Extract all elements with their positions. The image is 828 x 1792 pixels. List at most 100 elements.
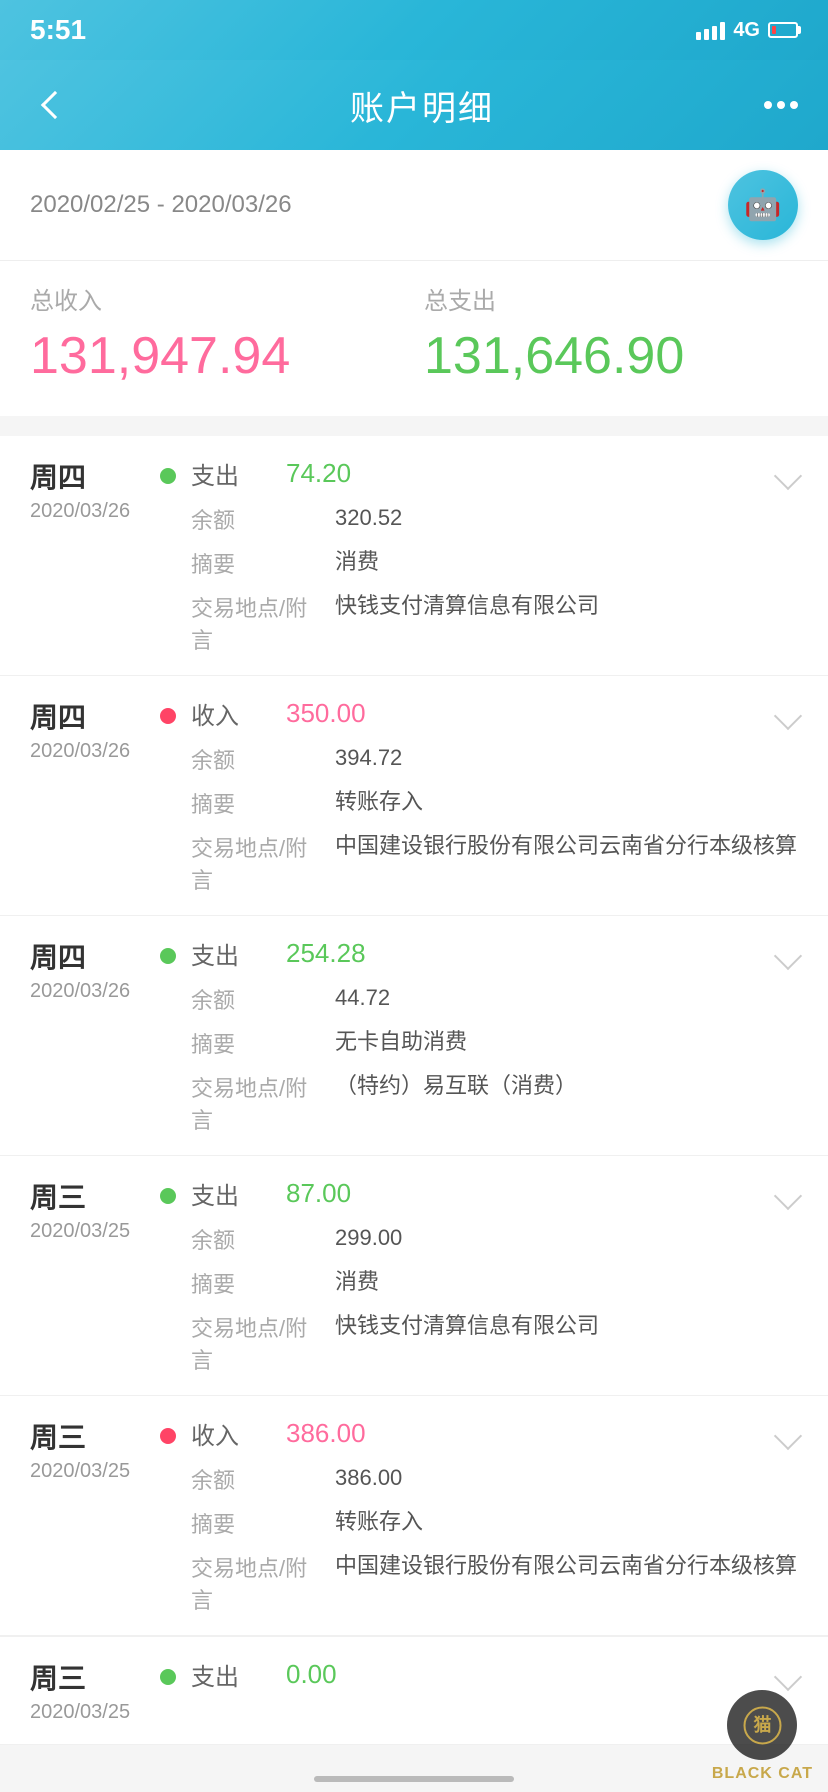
summary-label: 摘要 <box>160 547 320 579</box>
transaction-header-left: 支出 87.00 <box>160 1176 351 1211</box>
summary-value: 转账存入 <box>335 1507 798 1538</box>
black-cat-content: 猫 BLACK CAT <box>712 1690 813 1783</box>
transaction-date-col: 周三 2020/03/25 <box>30 1657 140 1724</box>
summary-row: 摘要 消费 <box>160 1267 798 1299</box>
balance-label: 余额 <box>160 743 320 775</box>
transaction-details: 支出 74.20 余额 320.52 摘要 消费 交易地点/附言 快钱支付清算信… <box>160 456 798 655</box>
summary-row: 摘要 转账存入 <box>160 1507 798 1539</box>
network-label: 4G <box>733 19 760 42</box>
expand-chevron-icon[interactable] <box>774 462 802 490</box>
transaction-dot-icon <box>160 1188 176 1204</box>
transaction-details: 支出 254.28 余额 44.72 摘要 无卡自助消费 交易地点/附言 （特约… <box>160 936 798 1135</box>
transaction-dot-icon <box>160 708 176 724</box>
transaction-item: 周四 2020/03/26 收入 350.00 余额 394.72 摘要 转账存… <box>0 676 828 916</box>
transaction-date: 2020/03/26 <box>30 500 140 523</box>
status-bar: 5:51 4G <box>0 0 828 60</box>
balance-value: 320.52 <box>335 503 798 534</box>
summary-label: 摘要 <box>160 787 320 819</box>
balance-label: 余额 <box>160 503 320 535</box>
transaction-header-left: 支出 254.28 <box>160 936 366 971</box>
robot-icon: 🤖 <box>744 188 781 223</box>
transaction-dot-icon <box>160 1428 176 1444</box>
summary-label: 摘要 <box>160 1267 320 1299</box>
transaction-amount: 350.00 <box>286 698 366 729</box>
expand-chevron-icon[interactable] <box>774 1182 802 1210</box>
expand-chevron-icon[interactable] <box>774 942 802 970</box>
location-label: 交易地点/附言 <box>160 591 320 655</box>
transaction-date: 2020/03/25 <box>30 1701 140 1724</box>
header: 账户明细 <box>0 60 828 150</box>
status-time: 5:51 <box>30 14 86 46</box>
location-row: 交易地点/附言 中国建设银行股份有限公司云南省分行本级核算 <box>160 1551 798 1615</box>
summary-row: 摘要 消费 <box>160 547 798 579</box>
transaction-date: 2020/03/26 <box>30 980 140 1003</box>
transaction-item: 周四 2020/03/26 支出 254.28 余额 44.72 摘要 无卡自助… <box>0 916 828 1156</box>
transaction-amount: 87.00 <box>286 1178 351 1209</box>
back-arrow-icon <box>41 91 69 119</box>
day-name: 周四 <box>30 456 140 496</box>
balance-value: 394.72 <box>335 743 798 774</box>
expense-summary: 总支出 131,646.90 <box>424 281 798 386</box>
signal-bars-icon <box>696 20 725 40</box>
svg-text:猫: 猫 <box>753 1714 771 1735</box>
transactions-list: 周四 2020/03/26 支出 74.20 余额 320.52 摘要 消费 <box>0 436 828 1636</box>
battery-icon <box>768 22 798 38</box>
balance-value: 386.00 <box>335 1463 798 1494</box>
more-button[interactable] <box>764 101 798 109</box>
transaction-header-row: 收入 386.00 <box>160 1416 798 1451</box>
income-summary: 总收入 131,947.94 <box>30 281 404 386</box>
location-row: 交易地点/附言 中国建设银行股份有限公司云南省分行本级核算 <box>160 831 798 895</box>
black-cat-watermark: 猫 BLACK CAT <box>649 1681 828 1792</box>
transaction-date-col: 周三 2020/03/25 <box>30 1176 140 1375</box>
day-name: 周三 <box>30 1657 140 1697</box>
summary-row: 摘要 无卡自助消费 <box>160 1027 798 1059</box>
transaction-details: 支出 87.00 余额 299.00 摘要 消费 交易地点/附言 快钱支付清算信… <box>160 1176 798 1375</box>
location-label: 交易地点/附言 <box>160 831 320 895</box>
expand-chevron-icon[interactable] <box>774 1422 802 1450</box>
balance-value: 44.72 <box>335 983 798 1014</box>
location-value: （特约）易互联（消费） <box>335 1071 798 1102</box>
transaction-date: 2020/03/26 <box>30 740 140 763</box>
robot-button[interactable]: 🤖 <box>728 170 798 240</box>
expand-chevron-icon[interactable] <box>774 702 802 730</box>
summary-value: 消费 <box>335 1267 798 1298</box>
location-value: 快钱支付清算信息有限公司 <box>335 1311 798 1342</box>
location-label: 交易地点/附言 <box>160 1311 320 1375</box>
transaction-dot-green-icon <box>160 1669 176 1685</box>
back-button[interactable] <box>30 80 80 130</box>
transaction-header-left: 支出 74.20 <box>160 456 351 491</box>
balance-value: 299.00 <box>335 1223 798 1254</box>
transaction-date: 2020/03/25 <box>30 1460 140 1483</box>
transaction-date-col: 周四 2020/03/26 <box>30 936 140 1135</box>
transaction-type: 收入 <box>191 696 271 731</box>
transaction-type: 支出 <box>191 1176 271 1211</box>
transaction-dot-icon <box>160 948 176 964</box>
location-value: 快钱支付清算信息有限公司 <box>335 591 798 622</box>
summary-row: 摘要 转账存入 <box>160 787 798 819</box>
day-name: 周三 <box>30 1176 140 1216</box>
black-cat-logo: 猫 <box>727 1690 797 1760</box>
balance-label: 余额 <box>160 983 320 1015</box>
transaction-details: 收入 386.00 余额 386.00 摘要 转账存入 交易地点/附言 中国建设… <box>160 1416 798 1615</box>
balance-label: 余额 <box>160 1223 320 1255</box>
status-icons: 4G <box>696 19 798 42</box>
balance-row: 余额 299.00 <box>160 1223 798 1255</box>
transaction-date-col: 周三 2020/03/25 <box>30 1416 140 1615</box>
location-value: 中国建设银行股份有限公司云南省分行本级核算 <box>335 831 798 862</box>
transaction-header-row: 支出 254.28 <box>160 936 798 971</box>
summary-value: 消费 <box>335 547 798 578</box>
transaction-item: 周三 2020/03/25 收入 386.00 余额 386.00 摘要 转账存… <box>0 1396 828 1636</box>
more-dot-icon <box>777 101 785 109</box>
expense-amount: 131,646.90 <box>424 326 798 386</box>
transaction-type: 支出 <box>191 936 271 971</box>
transaction-header-row: 支出 74.20 <box>160 456 798 491</box>
location-row: 交易地点/附言 快钱支付清算信息有限公司 <box>160 1311 798 1375</box>
summary-section: 总收入 131,947.94 总支出 131,646.90 <box>0 261 828 416</box>
transaction-header-row: 收入 350.00 <box>160 696 798 731</box>
transaction-details: 收入 350.00 余额 394.72 摘要 转账存入 交易地点/附言 中国建设… <box>160 696 798 895</box>
summary-value: 转账存入 <box>335 787 798 818</box>
location-label: 交易地点/附言 <box>160 1551 320 1615</box>
balance-row: 余额 394.72 <box>160 743 798 775</box>
expense-label: 总支出 <box>424 281 798 316</box>
more-dot-icon <box>790 101 798 109</box>
